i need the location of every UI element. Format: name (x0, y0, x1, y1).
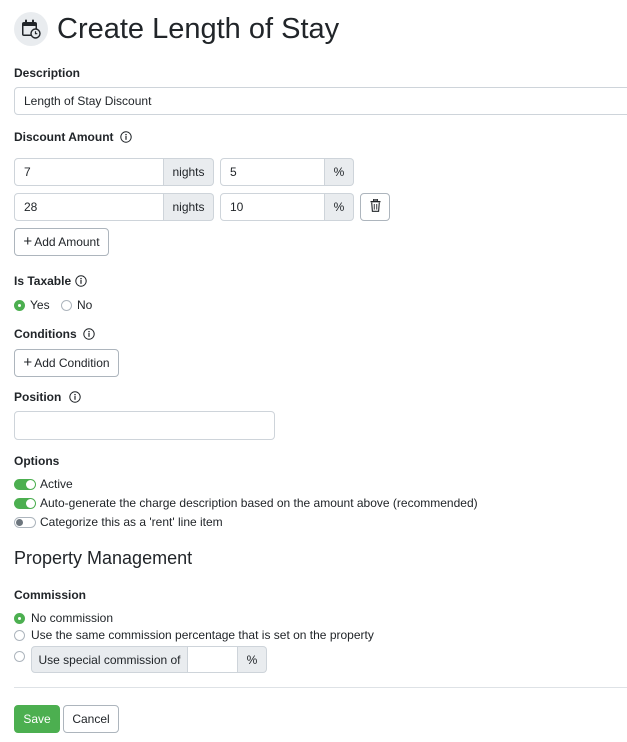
commission-none-option[interactable]: No commission (14, 611, 113, 625)
info-icon[interactable] (119, 131, 132, 143)
special-commission-addon: Use special commission of (31, 646, 188, 673)
info-icon[interactable] (75, 275, 87, 287)
trash-icon (370, 198, 381, 215)
description-input[interactable]: Length of Stay Discount (14, 87, 627, 115)
rent-line-item-toggle[interactable] (14, 516, 36, 528)
commission-property-option[interactable]: Use the same commission percentage that … (14, 628, 374, 642)
taxable-no-option[interactable]: No (61, 298, 92, 312)
calendar-clock-icon (14, 12, 48, 46)
property-management-title: Property Management (14, 548, 193, 568)
nights-input-group: 28 nights (14, 193, 214, 221)
is-taxable-label: Is Taxable (14, 274, 87, 288)
discount-amount-label: Discount Amount (14, 130, 132, 144)
description-label: Description (14, 66, 81, 80)
page-header: Create Length of Stay (14, 12, 339, 46)
taxable-yes-option[interactable]: Yes (14, 298, 50, 312)
position-label: Position (14, 390, 82, 404)
auto-generate-toggle[interactable] (14, 497, 36, 509)
nights-input-group: 7 nights (14, 158, 214, 186)
plus-icon: + (23, 354, 33, 371)
percent-addon: % (325, 158, 354, 186)
options-label: Options (14, 454, 60, 468)
percent-input-group: 5 % (220, 158, 354, 186)
info-icon[interactable] (69, 391, 82, 403)
nights-input[interactable]: 28 (14, 193, 164, 221)
conditions-label: Conditions (14, 327, 95, 341)
position-input[interactable] (14, 411, 275, 440)
active-toggle[interactable] (14, 478, 36, 490)
option-active[interactable]: Active (14, 477, 73, 491)
option-auto-generate[interactable]: Auto-generate the charge description bas… (14, 496, 478, 510)
taxable-yes-radio[interactable] (14, 299, 25, 311)
commission-property-radio[interactable] (14, 629, 25, 641)
taxable-no-radio[interactable] (61, 299, 72, 311)
nights-addon: nights (164, 158, 214, 186)
commission-label: Commission (14, 588, 87, 602)
cancel-button[interactable]: Cancel (63, 705, 119, 733)
commission-none-radio[interactable] (14, 612, 25, 624)
special-commission-input[interactable] (188, 646, 238, 673)
special-commission-percent-addon: % (238, 646, 267, 673)
percent-input[interactable]: 5 (220, 158, 325, 186)
save-button[interactable]: Save (14, 705, 60, 733)
commission-special-option[interactable] (14, 651, 25, 662)
add-condition-button[interactable]: + Add Condition (14, 349, 119, 377)
option-rent-line-item[interactable]: Categorize this as a 'rent' line item (14, 515, 223, 529)
commission-special-radio[interactable] (14, 651, 25, 662)
info-icon[interactable] (82, 328, 95, 340)
delete-amount-button[interactable] (360, 193, 390, 221)
divider (14, 687, 627, 688)
percent-input[interactable]: 10 (220, 193, 325, 221)
nights-addon: nights (164, 193, 214, 221)
nights-input[interactable]: 7 (14, 158, 164, 186)
percent-input-group: 10 % (220, 193, 354, 221)
page-title: Create Length of Stay (57, 13, 340, 45)
add-amount-button[interactable]: + Add Amount (14, 228, 109, 256)
percent-addon: % (325, 193, 354, 221)
plus-icon: + (23, 233, 33, 250)
special-commission-group: Use special commission of % (31, 646, 267, 673)
